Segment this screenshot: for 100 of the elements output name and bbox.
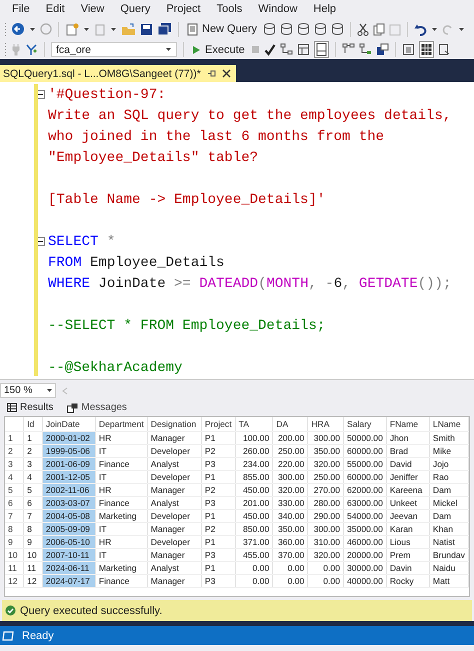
check-icon[interactable] — [264, 44, 276, 56]
caret-icon[interactable] — [29, 26, 36, 32]
table-cell: Developer — [147, 536, 202, 548]
table-cell: Developer — [147, 510, 202, 522]
menu-item[interactable]: Project — [158, 3, 209, 15]
undo-icon[interactable] — [414, 22, 428, 36]
table-cell: 1999-05-06 — [42, 444, 96, 458]
table-cell: HR — [95, 536, 148, 548]
table-cell: Finance — [95, 458, 148, 470]
table-cell: Brundav — [429, 548, 468, 562]
table-cell: Unkeet — [386, 496, 430, 510]
database-query-icon[interactable] — [263, 22, 276, 36]
document-tab[interactable]: SQLQuery1.sql - L...OM8G\Sangeet (77))* — [0, 65, 236, 82]
menu-item[interactable]: Tools — [208, 3, 250, 15]
folder-icon[interactable] — [121, 22, 136, 36]
grid-icon[interactable] — [296, 43, 310, 56]
query-plan-icon[interactable] — [280, 43, 293, 56]
table-cell: 370.00 — [272, 548, 308, 562]
network-icon[interactable] — [25, 43, 38, 56]
new-query-button[interactable]: New Query — [185, 22, 260, 36]
caret-icon[interactable] — [431, 26, 438, 32]
table-cell: 360.00 — [272, 536, 308, 548]
code-line: SELECT * — [48, 234, 116, 250]
caret-icon[interactable] — [458, 26, 466, 32]
table-cell: 4 — [24, 470, 42, 484]
row-number: 4 — [5, 470, 24, 484]
table-cell: 8 — [24, 522, 42, 536]
results-grid-icon[interactable] — [420, 42, 433, 57]
copy-icon[interactable] — [373, 22, 386, 36]
column-header[interactable]: Department — [95, 417, 148, 432]
database-dropdown[interactable]: fca_ore — [51, 42, 177, 57]
table-cell: 63000.00 — [344, 496, 386, 510]
execute-button[interactable]: Execute — [190, 44, 247, 56]
table-cell: IT — [95, 522, 148, 536]
column-header[interactable]: Project — [201, 417, 236, 432]
table-cell: 2002-11-06 — [42, 484, 96, 496]
table-cell: 2003-03-07 — [42, 496, 96, 510]
column-header[interactable]: LName — [429, 417, 468, 432]
table-cell: Davin — [386, 562, 430, 574]
menu-item[interactable]: Window — [250, 3, 306, 15]
menu-item[interactable]: View — [72, 3, 112, 15]
row-number: 1 — [5, 432, 24, 444]
panel-icon[interactable] — [314, 42, 328, 57]
menu-item[interactable]: Query — [112, 3, 158, 15]
save-all-icon[interactable] — [157, 22, 172, 36]
table-cell: 50000.00 — [344, 432, 386, 444]
table-cell: 850.00 — [235, 522, 273, 536]
table-cell: Khan — [429, 522, 468, 536]
table-cell: P2 — [201, 522, 236, 536]
query-plan-icon[interactable] — [342, 43, 355, 56]
table-cell: 46000.00 — [344, 536, 386, 548]
database-query-icon[interactable] — [297, 22, 310, 36]
column-header[interactable]: TA — [235, 417, 273, 432]
table-cell: IT — [95, 444, 148, 458]
zoom-dropdown[interactable]: 150 % — [0, 383, 56, 398]
row-number: 9 — [5, 536, 24, 548]
column-header[interactable]: Designation — [147, 417, 202, 432]
column-header[interactable]: Salary — [344, 417, 386, 432]
close-icon[interactable] — [222, 69, 231, 78]
column-header[interactable]: Id — [24, 417, 42, 432]
menu-item[interactable]: Edit — [38, 3, 73, 15]
query-plan-icon[interactable] — [358, 43, 372, 56]
caret-icon[interactable] — [83, 26, 90, 32]
column-header[interactable]: DA — [272, 417, 308, 432]
code-line: '#Question-97: — [48, 86, 166, 102]
table-cell: 2006-05-10 — [42, 536, 96, 548]
database-query-icon[interactable] — [314, 22, 328, 36]
table-cell: Manager — [147, 432, 202, 444]
caret-icon[interactable] — [110, 26, 117, 32]
table-cell: 2024-07-17 — [42, 574, 96, 588]
column-header[interactable]: FName — [386, 417, 430, 432]
table-cell: Karan — [386, 522, 430, 536]
table-cell: 9 — [24, 536, 42, 548]
results-tab[interactable]: Messages — [64, 401, 130, 414]
table-cell: 234.00 — [235, 458, 273, 470]
menu-item[interactable]: Help — [305, 3, 344, 15]
pin-icon[interactable] — [206, 69, 216, 78]
save-icon[interactable] — [140, 22, 153, 36]
table-cell: Finance — [95, 496, 148, 510]
cut-icon[interactable] — [357, 22, 370, 36]
table-cell: 0.00 — [272, 562, 308, 574]
table-cell: 2001-06-09 — [42, 458, 96, 470]
row-number: 10 — [5, 548, 24, 562]
table-cell: Developer — [147, 444, 202, 458]
table-cell: HR — [95, 484, 148, 496]
table-cell: P3 — [201, 496, 236, 510]
database-query-icon[interactable] — [331, 22, 344, 36]
column-header[interactable]: HRA — [308, 417, 344, 432]
table-cell: 371.00 — [235, 536, 273, 548]
menu-item[interactable]: File — [4, 3, 38, 15]
play-icon — [192, 44, 201, 54]
database-query-icon[interactable] — [280, 22, 294, 36]
results-text-icon[interactable] — [402, 43, 415, 56]
code-line: [Table Name -> Employee_Details]' — [48, 192, 326, 208]
table-cell: 350.00 — [308, 444, 344, 458]
back-icon[interactable] — [11, 22, 25, 36]
table-cell: 350.00 — [272, 522, 308, 536]
new-project-icon[interactable] — [65, 22, 79, 36]
table-cell: 340.00 — [272, 510, 308, 522]
caret-icon — [165, 46, 172, 53]
